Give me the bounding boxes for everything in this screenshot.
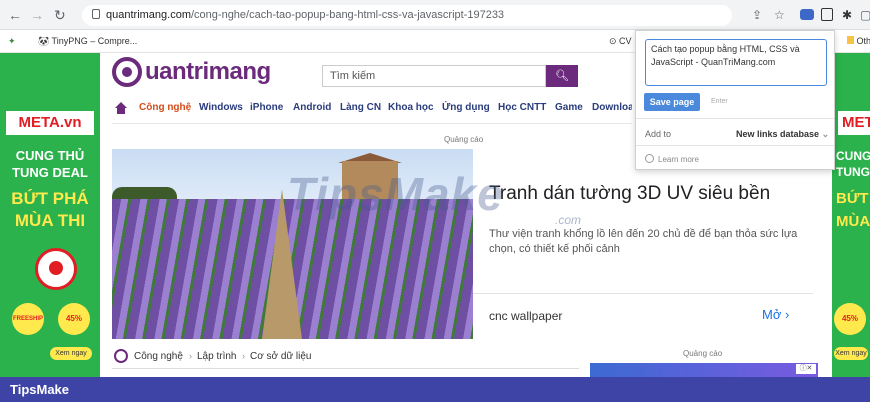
meta-logo: META.vn	[6, 111, 94, 135]
save-page-button[interactable]: Save page	[644, 93, 700, 111]
ad-subheadline: MÙA	[836, 213, 870, 230]
nav-item-cong-nghe[interactable]: Công nghệ	[139, 102, 191, 113]
search-placeholder: Tìm kiếm	[330, 70, 376, 82]
info-icon	[645, 154, 654, 163]
meta-logo: MET	[838, 111, 870, 135]
bookmark-label: CV	[619, 36, 632, 46]
footer-brand: TipsMake	[10, 382, 70, 397]
bookmark-other[interactable]: Oth	[847, 36, 870, 46]
nav-item-ung-dung[interactable]: Ứng dụng	[442, 102, 490, 113]
breadcrumb: Công nghệ › Lập trình › Cơ sở dữ liệu	[112, 345, 579, 369]
ad-subheadline: BỨT PHÁ MÙA THI	[11, 189, 89, 230]
footer-bar: TipsMake	[0, 377, 870, 402]
nav-item-lang-cn[interactable]: Làng CN	[340, 102, 381, 113]
nav-item-hoc-cntt[interactable]: Học CNTT	[498, 102, 546, 113]
chevron-down-icon: ⌄	[821, 129, 830, 139]
ad-headline: CUNG	[836, 149, 870, 163]
right-side-ad[interactable]: MET CUNG TUNG BỨT MÙA 45% Xem ngay	[832, 53, 870, 377]
search-button[interactable]: 🔍︎	[546, 65, 578, 87]
learn-more-link[interactable]: Learn more	[658, 155, 699, 164]
nav-item-android[interactable]: Android	[293, 102, 331, 113]
database-label: New links database	[736, 129, 820, 139]
open-ad-button[interactable]: Mở ›	[762, 307, 789, 322]
forward-arrow-icon[interactable]: →	[30, 7, 44, 23]
breadcrumb-item[interactable]: Cơ sở dữ liệu	[250, 351, 312, 362]
watermark-suffix: .com	[555, 213, 582, 227]
open-label: Mở	[762, 307, 782, 322]
left-side-ad[interactable]: META.vn CUNG THỦ TUNG DEAL BỨT PHÁ MÙA THI…	[0, 53, 100, 377]
puzzle-icon[interactable]: ✱	[842, 8, 852, 22]
reload-icon[interactable]: ↻	[54, 7, 66, 24]
ad-sponsor[interactable]: cnc wallpaper	[489, 309, 562, 323]
lock-icon	[92, 9, 100, 19]
hero-divider	[473, 293, 813, 294]
breadcrumb-item[interactable]: Lập trình	[197, 351, 236, 362]
nav-item-download[interactable]: Download	[592, 102, 632, 113]
bookmark-tinypng[interactable]: 🐼 TinyPNG – Compre...	[38, 36, 137, 47]
watermark: TipsMake	[287, 168, 504, 220]
ad-subheadline: BỨT	[836, 190, 869, 207]
site-icon	[114, 349, 128, 363]
window-icon[interactable]: ▢	[860, 8, 870, 22]
main-nav: Công nghệ Windows iPhone Android Làng CN…	[112, 101, 632, 117]
home-icon[interactable]	[115, 102, 127, 114]
bookmark-cv[interactable]: ⊙ CV	[609, 36, 632, 47]
discount-badge: 45%	[834, 303, 866, 335]
nav-item-windows[interactable]: Windows	[199, 102, 243, 113]
share-icon[interactable]: ⇪	[752, 8, 762, 22]
logo-text: uantrimang	[145, 58, 271, 85]
logo-q-icon	[112, 57, 142, 87]
ad-label: Quảng cáo	[683, 349, 723, 358]
discount-badge: 45%	[58, 303, 90, 335]
breadcrumb-item[interactable]: Công nghệ	[134, 351, 183, 362]
browser-toolbar: ← → ↻ quantrimang.com/cong-nghe/cach-tao…	[0, 0, 870, 30]
mascot-icon	[35, 248, 77, 290]
site-logo[interactable]: uantrimang	[112, 57, 302, 89]
notion-extension-icon[interactable]	[821, 8, 833, 21]
ad-close-icon[interactable]: ⓘ✕	[796, 364, 816, 374]
bookmark-label: TinyPNG – Compre...	[51, 36, 138, 46]
nav-item-game[interactable]: Game	[555, 102, 583, 113]
nav-divider	[112, 123, 632, 124]
screenshot-frame: ← → ↻ quantrimang.com/cong-nghe/cach-tao…	[0, 0, 870, 402]
bottom-ad-banner[interactable]: ⓘ✕	[590, 363, 818, 377]
database-select[interactable]: New links database ⌄	[736, 129, 829, 140]
search-icon: 🔍︎	[555, 70, 569, 82]
hero-ad-title[interactable]: Tranh dán tường 3D UV siêu bền	[489, 183, 770, 205]
ad-headline: CUNG THỦ TUNG DEAL	[12, 148, 88, 180]
breadcrumb-separator-icon: ›	[189, 351, 192, 361]
ad-label: Quảng cáo	[444, 135, 484, 144]
popup-divider	[636, 145, 834, 146]
apps-icon[interactable]: ✦	[8, 36, 16, 47]
ad-cta-button[interactable]: Xem ngay	[50, 347, 92, 360]
bookmark-star-icon[interactable]: ☆	[774, 8, 785, 22]
nav-item-khoa-hoc[interactable]: Khoa học	[388, 102, 434, 113]
url-text: quantrimang.com/cong-nghe/cach-tao-popup…	[106, 9, 505, 21]
popup-divider	[636, 118, 834, 119]
search-input[interactable]: Tìm kiếm	[322, 65, 546, 87]
freeship-badge: FREESHIP	[12, 303, 44, 335]
hero-ad-description: Thư viện tranh khổng lồ lên đến 20 chủ đ…	[489, 228, 798, 255]
back-arrow-icon[interactable]: ←	[8, 7, 22, 23]
nav-item-iphone[interactable]: iPhone	[250, 102, 283, 113]
ad-cta-button[interactable]: Xem ngay	[834, 347, 868, 360]
address-bar[interactable]: quantrimang.com/cong-nghe/cach-tao-popup…	[82, 5, 732, 26]
chevron-right-icon: ›	[784, 307, 790, 322]
bookmark-label: Oth	[856, 36, 870, 46]
extension-icon[interactable]	[800, 9, 814, 20]
ad-headline: TUNG	[836, 165, 870, 179]
breadcrumb-separator-icon: ›	[242, 351, 245, 361]
save-page-popup: Cách tạo popup bằng HTML, CSS và JavaScr…	[635, 30, 835, 170]
enter-hint: Enter	[711, 98, 728, 105]
add-to-label: Add to	[645, 129, 672, 139]
page-title-field[interactable]: Cách tạo popup bằng HTML, CSS và JavaScr…	[645, 39, 827, 86]
